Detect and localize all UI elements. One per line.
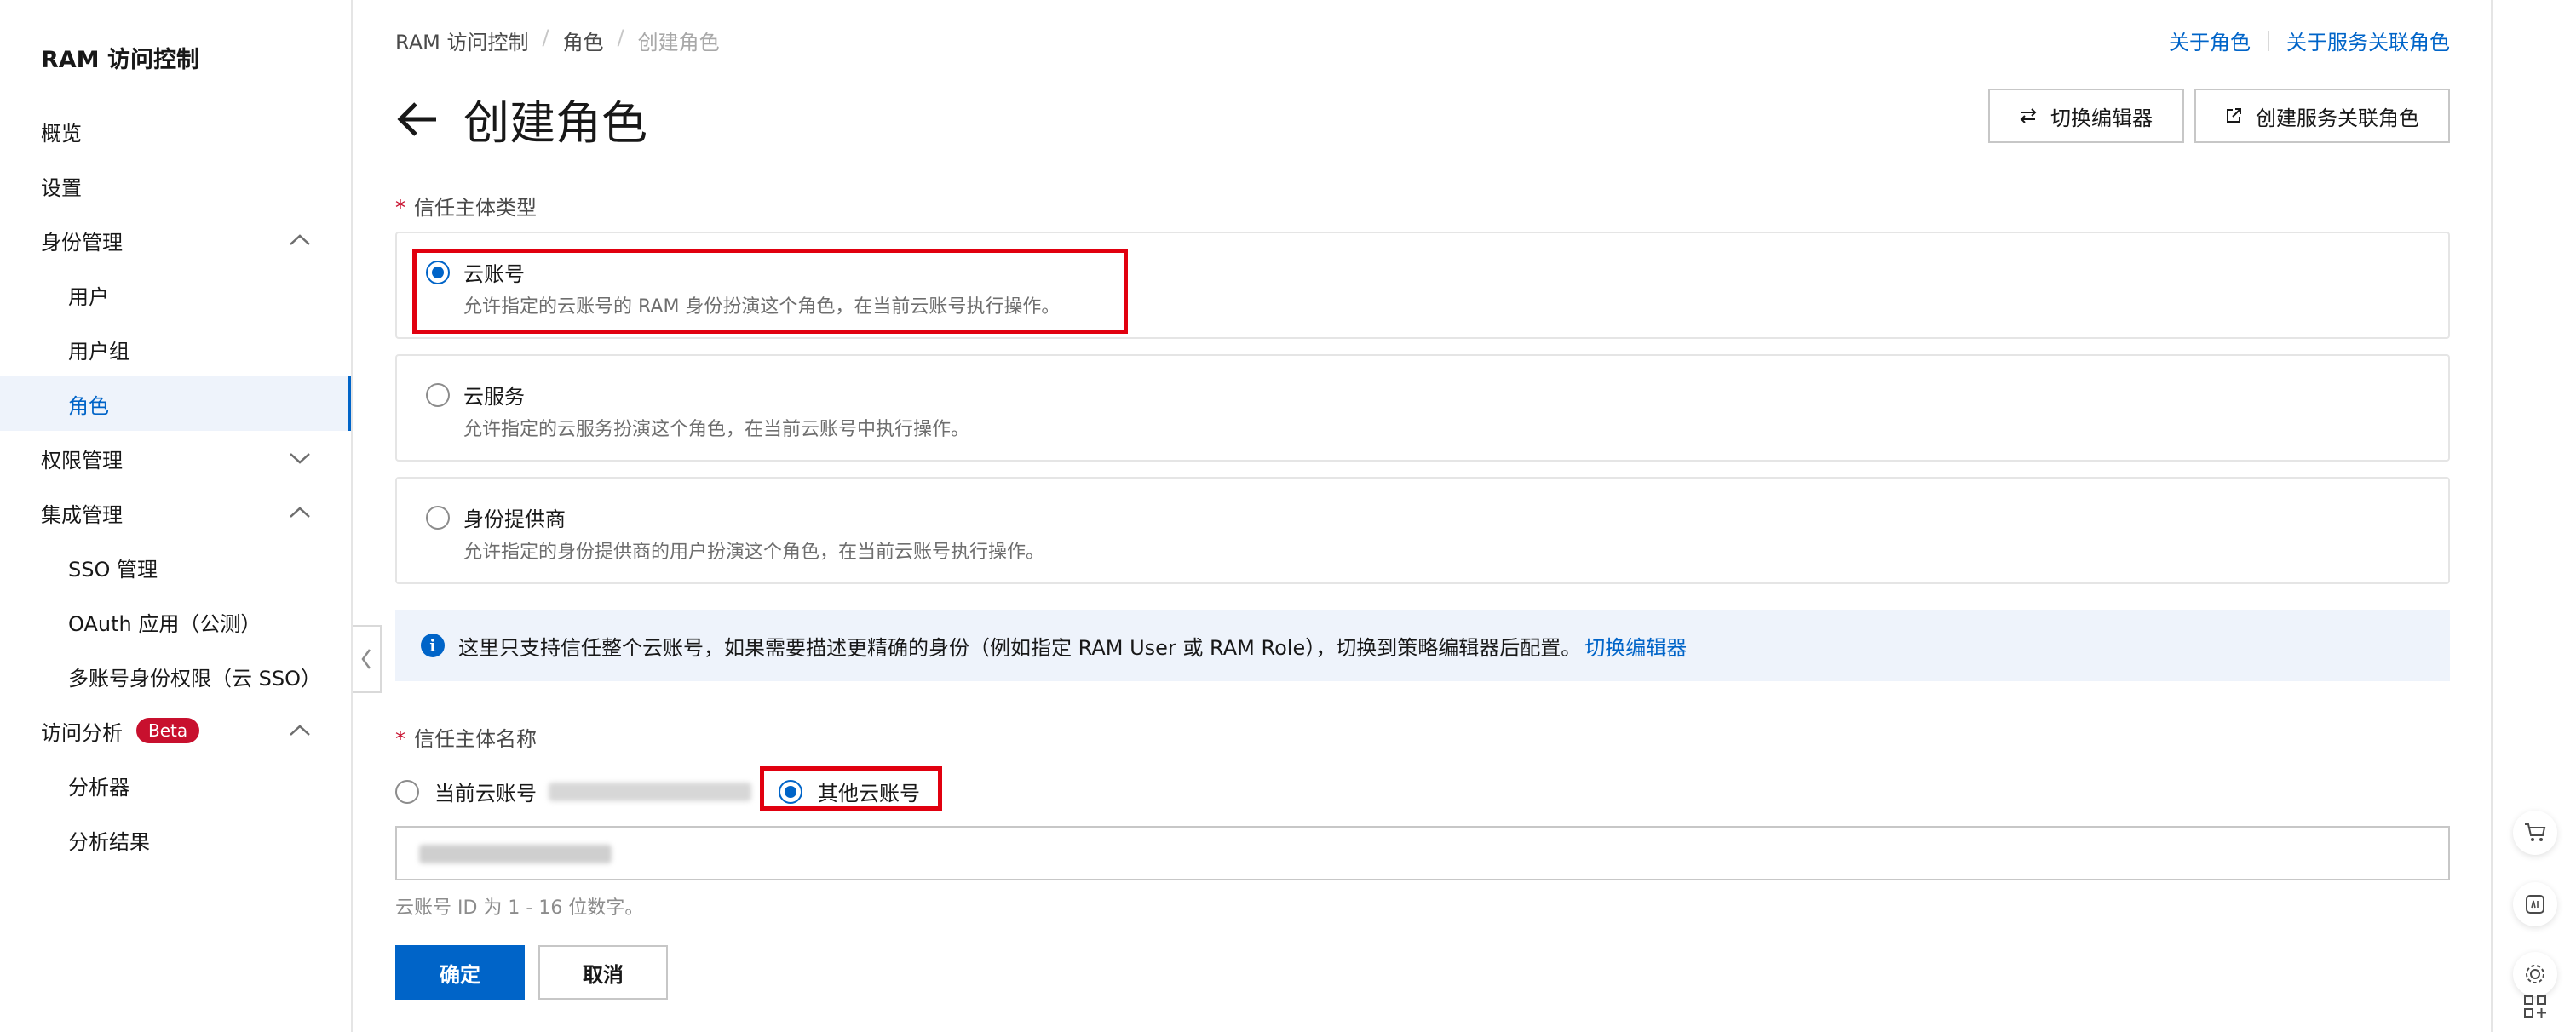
swap-icon xyxy=(2020,108,2037,123)
sidebar-item-integration-management[interactable]: 集成管理 xyxy=(0,485,351,540)
sidebar-item-overview[interactable]: 概览 xyxy=(0,104,351,158)
confirm-button[interactable]: 确定 xyxy=(395,945,525,1000)
sidebar-item-label: 分析结果 xyxy=(68,829,150,854)
option-card-identity-provider[interactable]: 身份提供商 允许指定的身份提供商的用户扮演这个角色，在当前云账号执行操作。 xyxy=(395,477,2450,584)
sidebar-item-label: 集成管理 xyxy=(41,502,123,527)
sidebar-item-sso-management[interactable]: SSO 管理 xyxy=(0,540,351,594)
option-desc: 允许指定的云服务扮演这个角色，在当前云账号中执行操作。 xyxy=(463,419,970,440)
sidebar-item-label: SSO 管理 xyxy=(68,557,158,582)
breadcrumb-separator: / xyxy=(542,26,549,49)
info-text: 这里只支持信任整个云账号，如果需要描述更精确的身份（例如指定 RAM User … xyxy=(458,635,1582,660)
breadcrumb-separator: / xyxy=(617,26,624,49)
option-desc: 允许指定的身份提供商的用户扮演这个角色，在当前云账号执行操作。 xyxy=(463,542,1045,563)
beta-badge: Beta xyxy=(136,718,200,743)
sidebar-item-cloud-sso[interactable]: 多账号身份权限（云 SSO） xyxy=(0,649,351,703)
api-button[interactable] xyxy=(2513,882,2557,926)
breadcrumb-item-current: 创建角色 xyxy=(637,31,720,54)
required-mark: * xyxy=(395,196,405,220)
chevron-up-icon xyxy=(290,725,310,736)
apps-button[interactable] xyxy=(2513,984,2557,1029)
redacted-account-id xyxy=(549,782,751,801)
apps-grid-icon xyxy=(2524,995,2546,1018)
trust-type-label-text: 信任主体类型 xyxy=(414,196,537,220)
radio-cloud-service[interactable] xyxy=(426,383,450,407)
option-title: 云服务 xyxy=(463,385,525,409)
back-arrow-icon[interactable] xyxy=(395,100,440,138)
sidebar-item-label: 分析器 xyxy=(68,775,129,800)
app-root: RAM 访问控制 概览 设置 身份管理 用户 用户组 角色 权限管理 集成管理 xyxy=(0,0,2576,1032)
settings-icon xyxy=(2526,965,2544,983)
link-divider xyxy=(2268,30,2269,51)
switch-editor-button[interactable]: 切换编辑器 xyxy=(1988,89,2184,143)
sidebar-item-analysis-results[interactable]: 分析结果 xyxy=(0,812,351,867)
cart-icon xyxy=(2525,823,2546,841)
sidebar-item-user-groups[interactable]: 用户组 xyxy=(0,322,351,376)
highlight-box xyxy=(412,249,1128,334)
create-service-role-label: 创建服务关联角色 xyxy=(2256,106,2419,130)
about-service-role-link[interactable]: 关于服务关联角色 xyxy=(2286,26,2450,55)
highlight-box xyxy=(760,766,942,811)
sidebar-item-oauth-apps[interactable]: OAuth 应用（公测） xyxy=(0,594,351,649)
switch-editor-link[interactable]: 切换编辑器 xyxy=(1584,631,1687,661)
option-card-cloud-service[interactable]: 云服务 允许指定的云服务扮演这个角色，在当前云账号中执行操作。 xyxy=(395,354,2450,462)
sidebar-item-access-analysis[interactable]: 访问分析 Beta xyxy=(0,703,351,758)
page-title: 创建角色 xyxy=(463,96,647,150)
breadcrumb-item-roles[interactable]: 角色 xyxy=(563,26,604,55)
cancel-button[interactable]: 取消 xyxy=(538,945,668,1000)
cart-button[interactable] xyxy=(2513,811,2557,855)
about-role-link[interactable]: 关于角色 xyxy=(2169,26,2251,55)
sidebar-item-roles[interactable]: 角色 xyxy=(0,376,351,431)
switch-editor-label: 切换编辑器 xyxy=(2050,106,2153,130)
right-rail xyxy=(2491,0,2576,1032)
sidebar-item-settings[interactable]: 设置 xyxy=(0,158,351,213)
chevron-left-icon xyxy=(361,649,371,669)
breadcrumb: RAM 访问控制 / 角色 / 创建角色 xyxy=(395,26,720,55)
sidebar-collapse-handle[interactable] xyxy=(353,625,382,693)
create-service-role-button[interactable]: 创建服务关联角色 xyxy=(2194,89,2450,143)
api-icon xyxy=(2526,895,2544,914)
sidebar-title: RAM 访问控制 xyxy=(41,47,199,73)
sidebar-item-label: 多账号身份权限（云 SSO） xyxy=(68,666,321,691)
chevron-up-icon xyxy=(290,507,310,518)
sidebar-item-label: 概览 xyxy=(41,121,82,146)
sidebar-item-label: OAuth 应用（公测） xyxy=(68,611,262,636)
info-icon: i xyxy=(421,634,445,657)
sidebar-item-users[interactable]: 用户 xyxy=(0,267,351,322)
breadcrumb-item-ram[interactable]: RAM 访问控制 xyxy=(395,26,528,55)
current-account-label: 当前云账号 xyxy=(434,782,537,806)
sidebar-item-label: 用户组 xyxy=(68,339,129,364)
required-mark: * xyxy=(395,727,405,751)
sidebar: RAM 访问控制 概览 设置 身份管理 用户 用户组 角色 权限管理 集成管理 xyxy=(0,0,353,1032)
trust-type-label: * 信任主体类型 xyxy=(395,191,537,221)
trust-name-label: * 信任主体名称 xyxy=(395,722,537,752)
sidebar-item-label: 设置 xyxy=(41,175,82,200)
redacted-input-value xyxy=(419,845,612,863)
main-content: RAM 访问控制 / 角色 / 创建角色 关于角色 关于服务关联角色 创建角色 xyxy=(395,0,2450,1032)
title-row: 创建角色 xyxy=(395,85,647,152)
sidebar-item-analyzers[interactable]: 分析器 xyxy=(0,758,351,812)
chevron-up-icon xyxy=(290,234,310,245)
account-id-hint: 云账号 ID 为 1 - 16 位数字。 xyxy=(395,897,644,919)
radio-current-account-circle[interactable] xyxy=(395,779,419,804)
option-title: 身份提供商 xyxy=(463,507,566,531)
sidebar-item-label: 权限管理 xyxy=(41,448,123,473)
sidebar-item-permission-management[interactable]: 权限管理 xyxy=(0,431,351,485)
sidebar-item-label: 身份管理 xyxy=(41,230,123,255)
info-alert: i 这里只支持信任整个云账号，如果需要描述更精确的身份（例如指定 RAM Use… xyxy=(395,610,2450,681)
sidebar-item-label: 访问分析 xyxy=(41,720,123,745)
sidebar-item-label: 角色 xyxy=(68,393,109,418)
external-link-icon xyxy=(2227,108,2241,123)
radio-current-account[interactable]: 当前云账号 xyxy=(395,777,751,806)
radio-identity-provider[interactable] xyxy=(426,506,450,530)
top-links: 关于角色 关于服务关联角色 xyxy=(2169,26,2450,55)
chevron-down-icon xyxy=(290,453,310,464)
sidebar-item-identity-management[interactable]: 身份管理 xyxy=(0,213,351,267)
account-id-input[interactable] xyxy=(395,826,2450,880)
sidebar-item-label: 用户 xyxy=(68,284,109,309)
trust-name-label-text: 信任主体名称 xyxy=(414,727,537,751)
